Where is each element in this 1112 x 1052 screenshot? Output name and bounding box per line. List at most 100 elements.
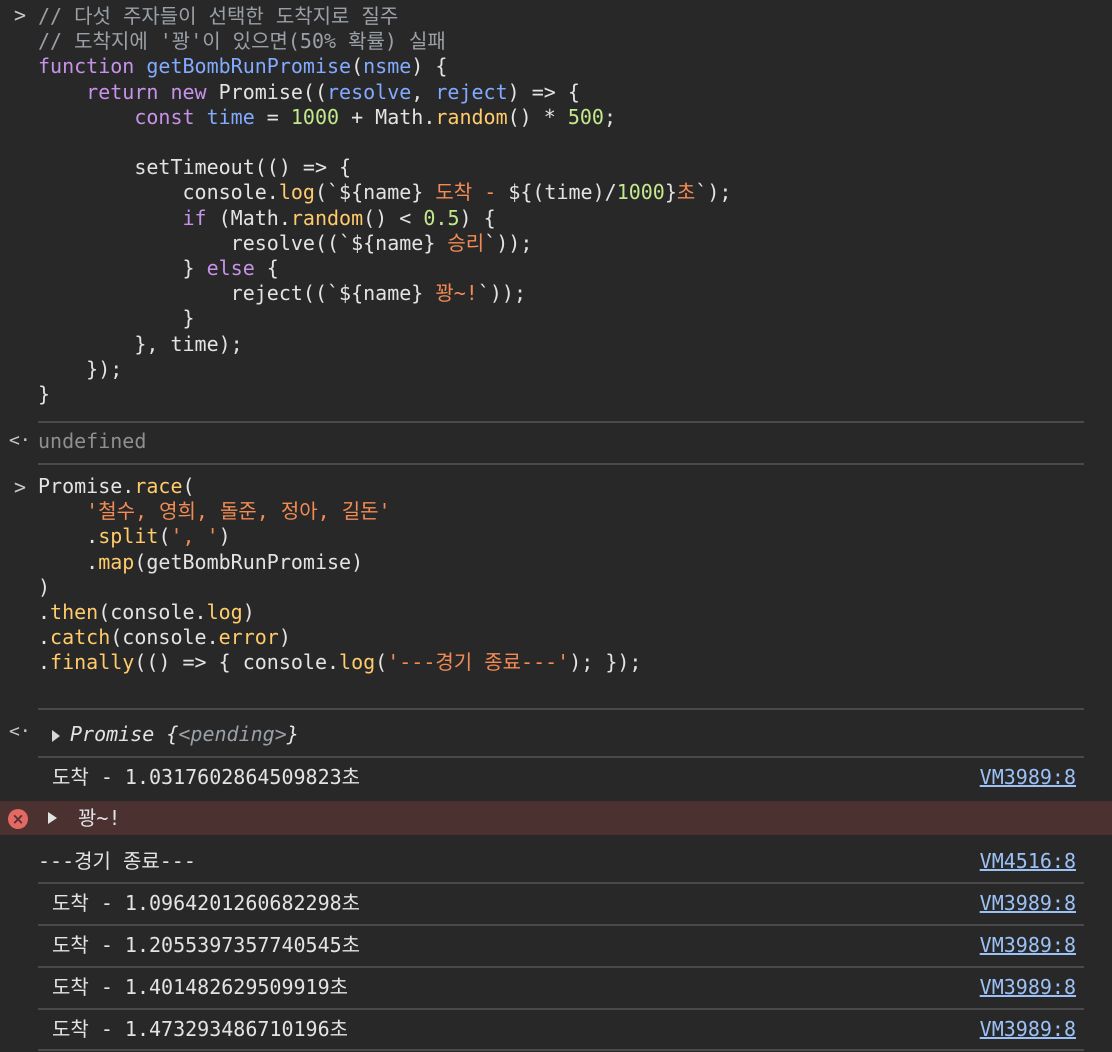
code-token: '---경기 종료---' (387, 650, 570, 675)
prompt-chevron-icon: > (13, 3, 27, 27)
expand-triangle-icon[interactable] (48, 812, 57, 824)
code-line: .finally(() => { console.log('---경기 종료--… (38, 650, 641, 675)
code-token: . (38, 650, 51, 675)
code-line: if (Math.random() < 0.5) { (38, 206, 496, 231)
code-token: // 도착지에 '꽝'이 있으면(50% 확률) 실패 (38, 29, 446, 54)
code-token: `); (695, 180, 732, 205)
code-token: 초 (676, 180, 696, 205)
code-line: .split(', ') (38, 524, 231, 549)
code-token: 승리 (447, 230, 485, 255)
code-token: time (206, 104, 255, 129)
log-message: 도착 - 1.2055397357740545초 (52, 933, 361, 957)
source-link[interactable]: VM3989:8 (980, 765, 1076, 790)
code-line: } (38, 382, 50, 407)
code-token: } (38, 306, 195, 331)
code-token: ${(time)/ (508, 180, 617, 205)
code-token: console. (38, 180, 279, 205)
code-token: ( (375, 650, 388, 675)
code-token: const (134, 104, 207, 129)
code-line: // 도착지에 '꽝'이 있으면(50% 확률) 실패 (38, 29, 446, 54)
code-token: `)); (484, 230, 533, 255)
code-token: (`${name} (314, 180, 436, 205)
code-token: random (435, 104, 508, 129)
promise-open-brace: { (154, 722, 179, 746)
source-link[interactable]: VM3989:8 (980, 891, 1076, 916)
expand-triangle-icon[interactable] (52, 729, 60, 742)
code-token: resolve (327, 79, 412, 104)
code-token: . (38, 524, 99, 549)
code-token: `)); (477, 281, 527, 306)
code-line: .then(console.log) (38, 600, 255, 625)
code-token: ', ' (170, 524, 219, 549)
code-token: (Math. (206, 205, 291, 230)
code-line: reject((`${name} 꽝~!`)); (38, 281, 526, 306)
code-line: } (38, 306, 195, 331)
code-token: log (278, 180, 315, 205)
code-token: . (38, 600, 51, 624)
code-token: (() => { console. (134, 650, 340, 675)
code-token: reject (435, 79, 508, 104)
code-token: split (98, 524, 159, 549)
code-line: .catch(console.error) (38, 625, 291, 650)
separator (38, 708, 1084, 710)
code-token: } (664, 180, 677, 205)
source-link[interactable]: VM3989:8 (980, 933, 1076, 958)
code-token: ) (278, 625, 291, 650)
code-token: finally (50, 650, 135, 675)
code-token: . (38, 625, 51, 650)
code-token: 1000 (616, 180, 665, 205)
code-token: (console. (110, 625, 219, 650)
separator (38, 421, 1084, 423)
code-token: function (38, 54, 147, 79)
code-line: function getBombRunPromise(nsme) { (38, 54, 447, 79)
promise-result-toggle[interactable]: Promise {<pending>} (38, 720, 299, 748)
log-message: 도착 - 1.0317602864509823초 (52, 765, 361, 789)
code-token: . (38, 549, 99, 574)
code-token: ( (158, 524, 171, 549)
code-token: nsme (363, 54, 412, 79)
separator (38, 1049, 1084, 1051)
code-token: } (38, 256, 207, 280)
source-link[interactable]: VM3989:8 (980, 1017, 1076, 1042)
source-link[interactable]: VM3989:8 (980, 975, 1076, 1000)
code-line: ) (38, 575, 50, 600)
code-token: else (206, 256, 255, 280)
code-token: catch (50, 625, 111, 650)
source-link[interactable]: VM4516:8 (980, 849, 1076, 874)
code-token: log (206, 600, 243, 624)
code-token: return new (86, 79, 219, 104)
code-token: 꽝~! (435, 281, 478, 306)
code-line: } else { (38, 256, 278, 281)
code-token: (getBombRunPromise) (134, 549, 364, 574)
code-line: // 다섯 주자들이 선택한 도착지로 질주 (38, 4, 398, 29)
code-token: if (182, 205, 207, 230)
log-message: ---경기 종료--- (38, 849, 196, 873)
return-arrow-icon: <· (9, 430, 31, 451)
code-line: '철수, 영희, 돌준, 정아, 길돈' (38, 499, 390, 524)
error-log-row[interactable]: × 꽝~! (0, 801, 1112, 835)
code-line: resolve((`${name} 승리`)); (38, 230, 533, 256)
log-message: 도착 - 1.0964201260682298초 (52, 891, 361, 915)
code-token: ); }); (569, 650, 642, 675)
code-token: map (98, 549, 135, 574)
code-token: } (38, 382, 51, 406)
log-row: 도착 - 1.0964201260682298초 VM3989:8 (38, 883, 1084, 924)
code-token: 1000 (290, 104, 340, 129)
code-token: random (290, 205, 364, 230)
error-message: 꽝~! (78, 806, 121, 830)
code-token: resolve((`${name} (38, 230, 448, 255)
code-token: setTimeout(() => { (38, 155, 352, 180)
code-line: return new Promise((resolve, reject) => … (38, 80, 580, 105)
log-message: 도착 - 1.473293486710196초 (52, 1017, 349, 1041)
promise-label: Promise (70, 722, 155, 746)
promise-close-brace: } (286, 722, 299, 746)
error-circle-icon: × (8, 809, 28, 829)
code-token: , (411, 79, 436, 104)
code-token: (console. (98, 600, 207, 624)
code-token: error (218, 625, 279, 650)
code-token: ) => { (507, 79, 580, 104)
code-line: setTimeout(() => { (38, 155, 351, 180)
log-row: 도착 - 1.473293486710196초 VM3989:8 (38, 1009, 1084, 1050)
